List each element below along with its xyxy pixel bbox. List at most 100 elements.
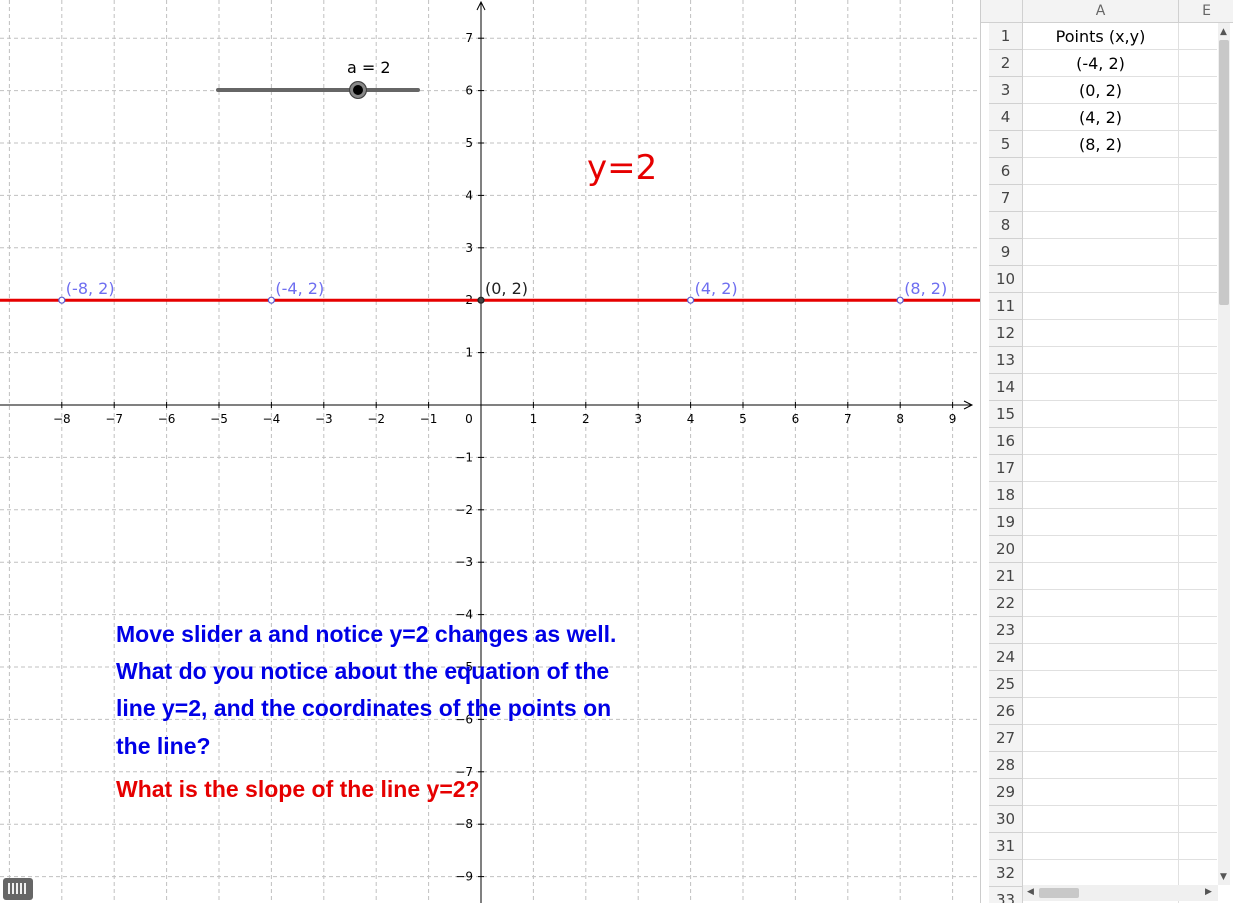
cell-a[interactable] [1023, 779, 1179, 806]
cell-a[interactable] [1023, 455, 1179, 482]
row-header[interactable]: 24 [989, 644, 1023, 671]
cell-b[interactable] [1179, 131, 1217, 158]
cell-b[interactable] [1179, 860, 1217, 887]
row-header[interactable]: 9 [989, 239, 1023, 266]
row-header[interactable]: 28 [989, 752, 1023, 779]
graphics-view[interactable]: −8−7−6−5−4−3−2−101234567897654321−1−2−3−… [0, 0, 980, 903]
slider-a-handle[interactable] [349, 81, 367, 99]
row-header[interactable]: 16 [989, 428, 1023, 455]
cell-a[interactable] [1023, 617, 1179, 644]
row-header[interactable]: 32 [989, 860, 1023, 887]
cell-a[interactable] [1023, 185, 1179, 212]
slider-a-track[interactable] [216, 88, 420, 92]
cell-b[interactable] [1179, 212, 1217, 239]
cell-b[interactable] [1179, 833, 1217, 860]
row-header[interactable]: 2 [989, 50, 1023, 77]
cell-a[interactable]: (4, 2) [1023, 104, 1179, 131]
row-header[interactable]: 8 [989, 212, 1023, 239]
row-header[interactable]: 4 [989, 104, 1023, 131]
cell-b[interactable] [1179, 509, 1217, 536]
cell-b[interactable] [1179, 779, 1217, 806]
cell-a[interactable] [1023, 860, 1179, 887]
spreadsheet-view[interactable]: A E 1 Points (x,y) 2 (-4, 2) 3 (0, 2) 4 (4, 2) 5… [980, 0, 1233, 903]
cell-b[interactable] [1179, 698, 1217, 725]
row-header[interactable]: 25 [989, 671, 1023, 698]
row-header[interactable]: 7 [989, 185, 1023, 212]
cell-b[interactable] [1179, 671, 1217, 698]
row-header[interactable]: 23 [989, 617, 1023, 644]
row-header[interactable]: 21 [989, 563, 1023, 590]
row-header[interactable]: 10 [989, 266, 1023, 293]
cell-a[interactable] [1023, 320, 1179, 347]
horizontal-scroll-thumb[interactable] [1039, 888, 1079, 898]
cell-a[interactable] [1023, 752, 1179, 779]
cell-b[interactable] [1179, 293, 1217, 320]
point-marker[interactable] [58, 296, 66, 304]
cell-a[interactable] [1023, 698, 1179, 725]
row-header[interactable]: 3 [989, 77, 1023, 104]
cell-a[interactable] [1023, 293, 1179, 320]
cell-b[interactable] [1179, 752, 1217, 779]
cell-a[interactable] [1023, 509, 1179, 536]
row-header[interactable]: 31 [989, 833, 1023, 860]
cell-b[interactable] [1179, 374, 1217, 401]
cell-b[interactable] [1179, 239, 1217, 266]
cell-a[interactable]: (0, 2) [1023, 77, 1179, 104]
cell-b[interactable] [1179, 806, 1217, 833]
row-header[interactable]: 11 [989, 293, 1023, 320]
cell-a[interactable] [1023, 833, 1179, 860]
row-header[interactable]: 29 [989, 779, 1023, 806]
cell-a[interactable] [1023, 563, 1179, 590]
equation-label[interactable]: y=2 [587, 148, 657, 188]
cell-a[interactable] [1023, 806, 1179, 833]
scroll-down-icon[interactable]: ▼ [1220, 872, 1227, 882]
cell-b[interactable] [1179, 563, 1217, 590]
cell-a[interactable] [1023, 158, 1179, 185]
row-header[interactable]: 1 [989, 23, 1023, 50]
point-marker[interactable] [267, 296, 275, 304]
cell-a[interactable] [1023, 239, 1179, 266]
coordinate-plane[interactable]: −8−7−6−5−4−3−2−101234567897654321−1−2−3−… [0, 0, 980, 903]
row-header[interactable]: 17 [989, 455, 1023, 482]
cell-b[interactable] [1179, 50, 1217, 77]
row-header[interactable]: 5 [989, 131, 1023, 158]
cell-b[interactable] [1179, 266, 1217, 293]
cell-b[interactable] [1179, 644, 1217, 671]
cell-b[interactable] [1179, 320, 1217, 347]
cell-a[interactable]: Points (x,y) [1023, 23, 1179, 50]
cell-a[interactable] [1023, 374, 1179, 401]
row-header[interactable]: 14 [989, 374, 1023, 401]
cell-a[interactable] [1023, 725, 1179, 752]
cell-b[interactable] [1179, 104, 1217, 131]
row-header[interactable]: 12 [989, 320, 1023, 347]
point-marker[interactable] [686, 296, 695, 304]
cell-a[interactable] [1023, 347, 1179, 374]
row-header[interactable]: 26 [989, 698, 1023, 725]
cell-b[interactable] [1179, 77, 1217, 104]
row-header[interactable]: 6 [989, 158, 1023, 185]
row-header[interactable]: 33 [989, 887, 1023, 903]
cell-b[interactable] [1179, 536, 1217, 563]
row-header[interactable]: 30 [989, 806, 1023, 833]
cell-b[interactable] [1179, 401, 1217, 428]
cell-b[interactable] [1179, 158, 1217, 185]
keyboard-icon[interactable] [3, 878, 33, 900]
row-header[interactable]: 13 [989, 347, 1023, 374]
cell-a[interactable] [1023, 212, 1179, 239]
cell-b[interactable] [1179, 590, 1217, 617]
cell-b[interactable] [1179, 428, 1217, 455]
cell-b[interactable] [1179, 23, 1217, 50]
cell-b[interactable] [1179, 185, 1217, 212]
row-header[interactable]: 27 [989, 725, 1023, 752]
cell-b[interactable] [1179, 617, 1217, 644]
cell-a[interactable] [1023, 428, 1179, 455]
scroll-right-icon[interactable]: ▶ [1205, 887, 1212, 897]
cell-a[interactable] [1023, 590, 1179, 617]
column-header-a[interactable]: A [1023, 0, 1179, 23]
row-header[interactable]: 15 [989, 401, 1023, 428]
row-header[interactable]: 19 [989, 509, 1023, 536]
cell-a[interactable] [1023, 401, 1179, 428]
row-header[interactable]: 22 [989, 590, 1023, 617]
cell-a[interactable] [1023, 671, 1179, 698]
cell-b[interactable] [1179, 347, 1217, 374]
